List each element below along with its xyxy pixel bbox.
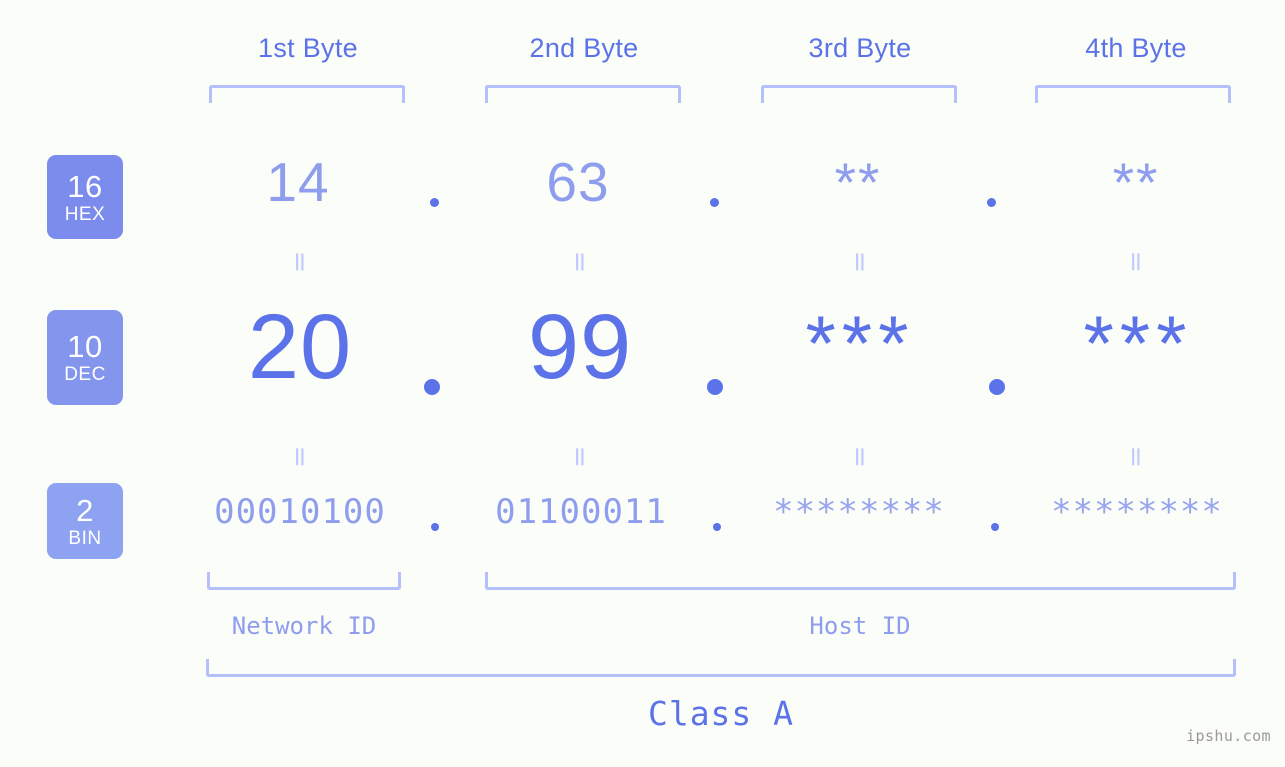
radix-badge-bin: 2 BIN [47,483,123,559]
network-id-label: Network ID [231,612,377,640]
bin-byte-2: 01100011 [495,492,667,532]
byte-bracket-top-1 [209,85,405,103]
dec-separator-dot-2 [707,379,723,395]
hex-byte-3: ** [834,151,882,213]
byte-header-1: 1st Byte [258,33,358,63]
equals-hex-dec-2: = [564,250,596,274]
dec-byte-4: *** [1083,299,1193,387]
host-id-bracket [485,572,1236,590]
equals-dec-bin-1: = [284,445,316,469]
bin-separator-dot-2 [713,523,721,531]
radix-badge-hex-label: HEX [64,203,106,225]
dec-byte-3: *** [805,299,915,387]
equals-hex-dec-3: = [844,250,876,274]
dec-byte-2: 99 [527,296,633,398]
hex-byte-2: 63 [546,151,610,213]
equals-hex-dec-4: = [1120,250,1152,274]
byte-bracket-top-3 [761,85,957,103]
byte-bracket-top-2 [485,85,681,103]
bin-separator-dot-1 [431,523,439,531]
byte-bracket-top-4 [1035,85,1231,103]
equals-dec-bin-3: = [844,445,876,469]
network-id-bracket [207,572,401,590]
hex-separator-dot-3 [987,198,996,207]
dec-separator-dot-3 [989,379,1005,395]
radix-badge-dec-number: 10 [67,329,103,364]
bin-byte-1: 00010100 [214,492,386,532]
bin-byte-4: ******** [1051,492,1223,532]
byte-header-3: 3rd Byte [808,33,912,63]
ip-address-breakdown-diagram: 1st Byte 2nd Byte 3rd Byte 4th Byte 16 H… [0,0,1285,767]
byte-header-4: 4th Byte [1085,33,1187,63]
radix-badge-hex-number: 16 [67,168,103,204]
dec-separator-dot-1 [424,379,440,395]
host-id-label: Host ID [809,612,911,640]
hex-separator-dot-1 [430,198,439,207]
hex-separator-dot-2 [710,198,719,207]
watermark: ipshu.com [1186,727,1271,745]
radix-badge-dec-label: DEC [64,364,106,385]
class-label: Class A [647,694,795,733]
radix-badge-hex: 16 HEX [47,155,123,239]
equals-dec-bin-2: = [564,445,596,469]
radix-badge-bin-number: 2 [76,492,94,528]
equals-hex-dec-1: = [284,250,316,274]
byte-header-2: 2nd Byte [529,33,639,63]
bin-separator-dot-3 [991,523,999,531]
dec-byte-1: 20 [247,296,353,398]
equals-dec-bin-4: = [1120,445,1152,469]
radix-badge-bin-label: BIN [68,527,102,549]
class-bracket [206,659,1236,677]
radix-badge-dec: 10 DEC [47,310,123,405]
hex-byte-4: ** [1112,151,1160,213]
hex-byte-1: 14 [266,151,330,213]
bin-byte-3: ******** [773,492,945,532]
